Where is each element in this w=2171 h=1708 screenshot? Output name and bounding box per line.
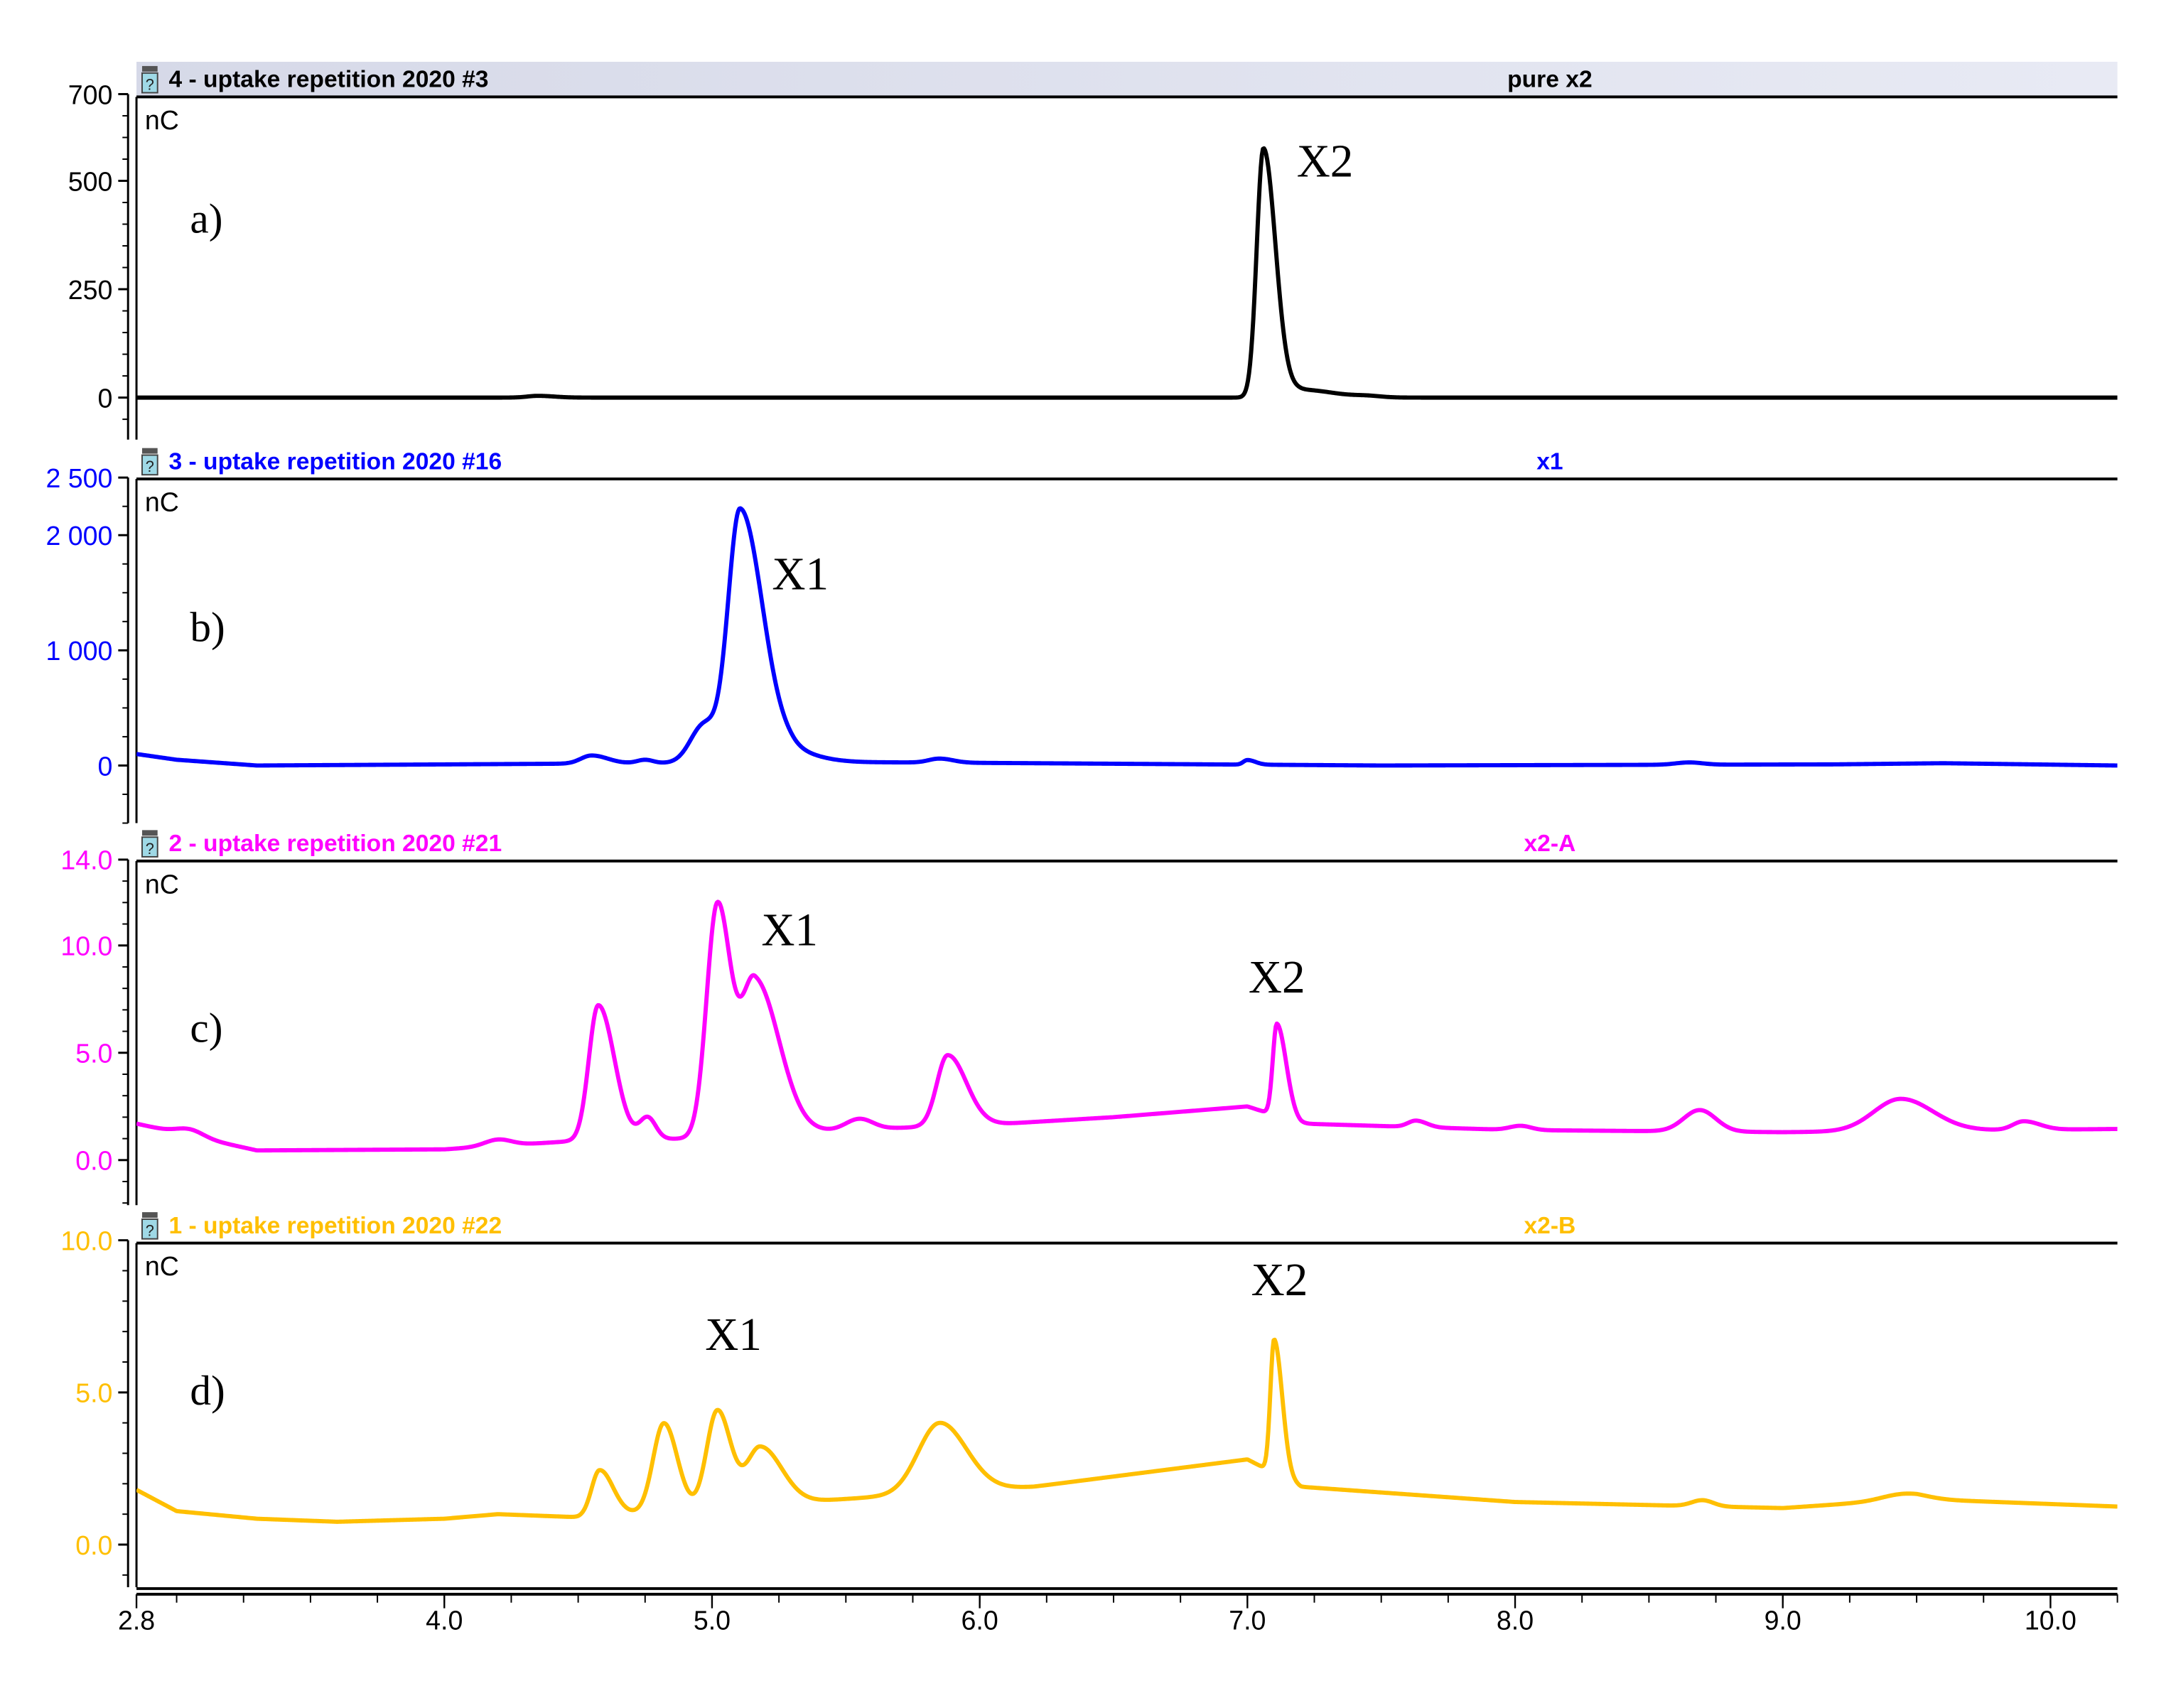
- panels: ? 4 - uptake repetition 2020 #3 pure x2 700…: [45, 61, 2118, 1587]
- y-unit-label: nC: [145, 487, 179, 517]
- y-tick-label: 14.0: [60, 845, 112, 875]
- panel-letter-label: c): [190, 1005, 222, 1052]
- x-tick-label: 9.0: [1765, 1605, 1801, 1635]
- document-icon-glyph: ?: [146, 76, 154, 94]
- panel-letter-label: a): [190, 195, 222, 242]
- panel-c: ? 2 - uptake repetition 2020 #21 x2-A 14.0 1…: [60, 826, 2118, 1206]
- y-tick-label: 1 000: [45, 636, 112, 666]
- document-icon: ?: [141, 448, 158, 475]
- document-icon-cap: [141, 65, 158, 72]
- x-tick-label: 2.8: [118, 1605, 155, 1635]
- x-tick-label: 8.0: [1497, 1605, 1534, 1635]
- document-icon-glyph: ?: [146, 1222, 154, 1240]
- y-tick-label: 0: [98, 383, 113, 413]
- document-icon-cap: [141, 1212, 158, 1218]
- panel-title: 3 - uptake repetition 2020 #16: [169, 448, 502, 475]
- document-icon-cap: [141, 448, 158, 454]
- document-icon-glyph: ?: [146, 458, 154, 475]
- y-unit-label: nC: [145, 1251, 179, 1281]
- y-tick-label: 0.0: [75, 1530, 112, 1560]
- trace-line-a: [136, 146, 2118, 400]
- y-tick-label: 500: [68, 166, 113, 196]
- y-unit-label: nC: [145, 869, 179, 899]
- peak-annotation-x1: X1: [705, 1309, 762, 1361]
- y-unit-label: nC: [145, 105, 179, 135]
- panel-a: ? 4 - uptake repetition 2020 #3 pure x2 700…: [68, 61, 2118, 440]
- peak-annotation-x1: X1: [761, 905, 818, 956]
- panel-letter-label: d): [190, 1367, 225, 1414]
- y-tick-label: 5.0: [75, 1378, 112, 1408]
- x-tick-label: 5.0: [694, 1605, 731, 1635]
- panel-title: 1 - uptake repetition 2020 #22: [169, 1213, 502, 1239]
- y-tick-label: 700: [68, 80, 113, 109]
- document-icon: ?: [141, 65, 158, 94]
- x-axis: 2.8 4.0 5.0 6.0 7.0 8.0 9.0 10.0: [118, 1587, 2118, 1635]
- y-tick-label: 2 000: [45, 521, 112, 551]
- document-icon-glyph: ?: [146, 840, 154, 858]
- y-tick-label: 0.0: [75, 1146, 112, 1176]
- peak-annotation-x2: X2: [1249, 952, 1305, 1003]
- panel-letter-label: b): [190, 603, 225, 650]
- x-tick-label: 6.0: [961, 1605, 998, 1635]
- panel-b: ? 3 - uptake repetition 2020 #16 x1 2 500 2 …: [45, 443, 2118, 824]
- panel-sample-name: x2-A: [1524, 831, 1575, 857]
- x-tick-label: 7.0: [1229, 1605, 1266, 1635]
- y-tick-label: 5.0: [75, 1039, 112, 1069]
- peak-annotation-x1: X1: [772, 548, 829, 600]
- document-icon: ?: [141, 830, 158, 858]
- panel-title: 4 - uptake repetition 2020 #3: [169, 67, 489, 93]
- y-tick-label: 2 500: [45, 463, 112, 493]
- y-tick-label: 0: [98, 751, 113, 781]
- panel-sample-name: x2-B: [1524, 1213, 1575, 1239]
- y-tick-label: 10.0: [60, 1226, 112, 1256]
- document-icon: ?: [141, 1212, 158, 1240]
- x-tick-label: 10.0: [2025, 1605, 2076, 1635]
- y-tick-label: 250: [68, 275, 113, 305]
- panel-title: 2 - uptake repetition 2020 #21: [169, 831, 502, 857]
- panel-sample-name: x1: [1536, 448, 1563, 475]
- y-tick-label: 10.0: [60, 931, 112, 961]
- trace-line-b: [136, 506, 2118, 768]
- peak-annotation-x2: X2: [1297, 136, 1354, 187]
- trace-line-d: [136, 1337, 2118, 1524]
- trace-line-c: [136, 899, 2118, 1153]
- x-tick-label: 4.0: [426, 1605, 463, 1635]
- document-icon-cap: [141, 830, 158, 836]
- panel-sample-name: pure x2: [1507, 67, 1593, 93]
- panel-d: ? 1 - uptake repetition 2020 #22 x2-B 10.0 5…: [60, 1208, 2118, 1587]
- peak-annotation-x2: X2: [1251, 1255, 1308, 1306]
- chromatogram-chart: ? 4 - uptake repetition 2020 #3 pure x2 700…: [45, 61, 2118, 1635]
